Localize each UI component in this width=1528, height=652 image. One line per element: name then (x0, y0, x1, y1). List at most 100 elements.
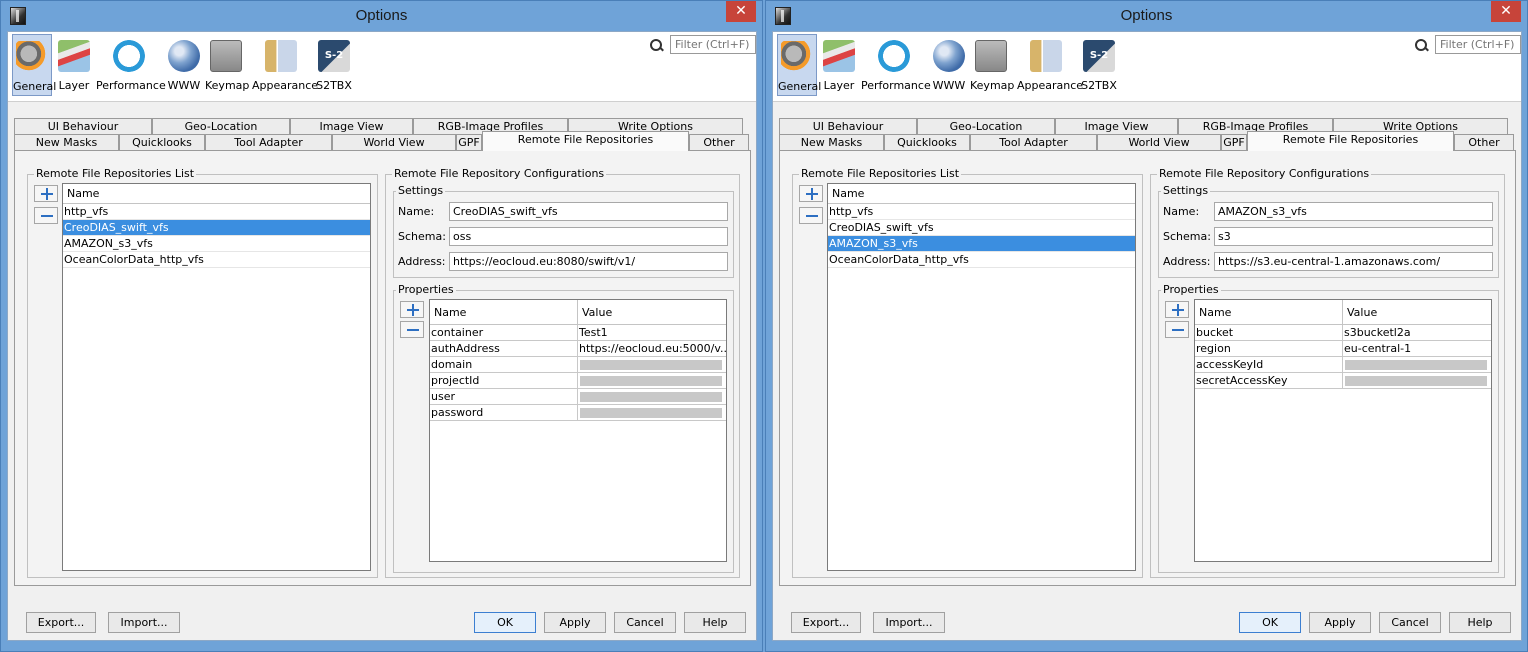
remove-property-button[interactable] (1165, 321, 1189, 338)
property-row[interactable]: bucket s3bucketl2a (1195, 325, 1491, 341)
tab-remote-file-repositories[interactable]: Remote File Repositories (482, 131, 689, 151)
tab-world-view[interactable]: World View (332, 134, 456, 150)
export-button[interactable]: Export... (791, 612, 861, 633)
category-appearance[interactable]: Appearance (1017, 34, 1083, 96)
filter-input[interactable] (1435, 35, 1521, 54)
property-row[interactable]: region eu-central-1 (1195, 341, 1491, 357)
name-field[interactable]: AMAZON_s3_vfs (1214, 202, 1493, 221)
property-name-cell[interactable]: accessKeyId (1195, 357, 1343, 373)
tab-quicklooks[interactable]: Quicklooks (884, 134, 970, 150)
masked-value-cell[interactable] (580, 392, 722, 402)
category-general[interactable]: General (777, 34, 821, 96)
add-repo-button[interactable] (799, 185, 823, 202)
add-property-button[interactable] (400, 301, 424, 318)
masked-value-cell[interactable] (580, 376, 722, 386)
apply-button[interactable]: Apply (544, 612, 606, 633)
category-s2tbx[interactable]: S-2 S2TBX (1081, 34, 1117, 96)
property-name-cell[interactable]: projectId (430, 373, 578, 389)
property-name-cell[interactable]: bucket (1195, 325, 1343, 341)
category-www[interactable]: WWW (166, 34, 202, 96)
tab-ui-behaviour[interactable]: UI Behaviour (14, 118, 152, 134)
tab-geo-location[interactable]: Geo-Location (917, 118, 1055, 134)
category-s2tbx[interactable]: S-2 S2TBX (316, 34, 352, 96)
import-button[interactable]: Import... (873, 612, 945, 633)
property-row[interactable]: user (430, 389, 726, 405)
tab-gpf[interactable]: GPF (1221, 134, 1247, 150)
repo-list-item[interactable]: CreoDIAS_swift_vfs (828, 220, 1135, 236)
tab-remote-file-repositories[interactable]: Remote File Repositories (1247, 131, 1454, 151)
property-row[interactable]: container Test1 (430, 325, 726, 341)
ok-button[interactable]: OK (1239, 612, 1301, 633)
schema-field[interactable]: s3 (1214, 227, 1493, 246)
masked-value-cell[interactable] (1345, 376, 1487, 386)
name-field[interactable]: CreoDIAS_swift_vfs (449, 202, 728, 221)
property-name-cell[interactable]: authAddress (430, 341, 578, 357)
tab-other[interactable]: Other (1454, 134, 1514, 150)
tab-world-view[interactable]: World View (1097, 134, 1221, 150)
remove-property-button[interactable] (400, 321, 424, 338)
filter-input[interactable] (670, 35, 756, 54)
ok-button[interactable]: OK (474, 612, 536, 633)
import-button[interactable]: Import... (108, 612, 180, 633)
tab-new-masks[interactable]: New Masks (14, 134, 119, 150)
property-name-cell[interactable]: container (430, 325, 578, 341)
property-name-cell[interactable]: domain (430, 357, 578, 373)
help-button[interactable]: Help (1449, 612, 1511, 633)
export-button[interactable]: Export... (26, 612, 96, 633)
cancel-button[interactable]: Cancel (1379, 612, 1441, 633)
masked-value-cell[interactable] (1345, 360, 1487, 370)
property-value-cell[interactable]: eu-central-1 (1343, 341, 1491, 357)
property-row[interactable]: authAddress https://eocloud.eu:5000/v... (430, 341, 726, 357)
address-field[interactable]: https://eocloud.eu:8080/swift/v1/ (449, 252, 728, 271)
tab-other[interactable]: Other (689, 134, 749, 150)
category-keymap[interactable]: Keymap (205, 34, 249, 96)
tab-gpf[interactable]: GPF (456, 134, 482, 150)
remove-repo-button[interactable] (799, 207, 823, 224)
close-button[interactable]: ✕ (726, 1, 756, 22)
repo-list-item[interactable]: http_vfs (63, 204, 370, 220)
repo-list-item[interactable]: OceanColorData_http_vfs (63, 252, 370, 268)
add-property-button[interactable] (1165, 301, 1189, 318)
tab-image-view[interactable]: Image View (290, 118, 413, 134)
property-name-cell[interactable]: secretAccessKey (1195, 373, 1343, 389)
add-repo-button[interactable] (34, 185, 58, 202)
category-layer[interactable]: Layer (821, 34, 857, 96)
property-name-cell[interactable]: user (430, 389, 578, 405)
tab-quicklooks[interactable]: Quicklooks (119, 134, 205, 150)
property-row[interactable]: accessKeyId (1195, 357, 1491, 373)
property-row[interactable]: secretAccessKey (1195, 373, 1491, 389)
property-row[interactable]: domain (430, 357, 726, 373)
category-general[interactable]: General (12, 34, 56, 96)
repo-list-item[interactable]: http_vfs (828, 204, 1135, 220)
schema-field[interactable]: oss (449, 227, 728, 246)
tab-new-masks[interactable]: New Masks (779, 134, 884, 150)
help-button[interactable]: Help (684, 612, 746, 633)
category-layer[interactable]: Layer (56, 34, 92, 96)
property-row[interactable]: password (430, 405, 726, 421)
close-button[interactable]: ✕ (1491, 1, 1521, 22)
masked-value-cell[interactable] (580, 408, 722, 418)
property-value-cell[interactable]: Test1 (578, 325, 726, 341)
repo-list-item[interactable]: OceanColorData_http_vfs (828, 252, 1135, 268)
tab-ui-behaviour[interactable]: UI Behaviour (779, 118, 917, 134)
category-performance[interactable]: Performance (96, 34, 166, 96)
repo-list-item[interactable]: AMAZON_s3_vfs (63, 236, 370, 252)
repo-list-item[interactable]: AMAZON_s3_vfs (828, 236, 1135, 252)
property-name-cell[interactable]: password (430, 405, 578, 421)
tab-geo-location[interactable]: Geo-Location (152, 118, 290, 134)
masked-value-cell[interactable] (580, 360, 722, 370)
property-value-cell[interactable]: s3bucketl2a (1343, 325, 1491, 341)
category-appearance[interactable]: Appearance (252, 34, 318, 96)
tab-tool-adapter[interactable]: Tool Adapter (205, 134, 332, 150)
address-field[interactable]: https://s3.eu-central-1.amazonaws.com/ (1214, 252, 1493, 271)
property-row[interactable]: projectId (430, 373, 726, 389)
cancel-button[interactable]: Cancel (614, 612, 676, 633)
repo-list-item[interactable]: CreoDIAS_swift_vfs (63, 220, 370, 236)
remove-repo-button[interactable] (34, 207, 58, 224)
apply-button[interactable]: Apply (1309, 612, 1371, 633)
category-www[interactable]: WWW (931, 34, 967, 96)
category-keymap[interactable]: Keymap (970, 34, 1014, 96)
property-value-cell[interactable]: https://eocloud.eu:5000/v... (578, 341, 726, 357)
category-performance[interactable]: Performance (861, 34, 931, 96)
property-name-cell[interactable]: region (1195, 341, 1343, 357)
